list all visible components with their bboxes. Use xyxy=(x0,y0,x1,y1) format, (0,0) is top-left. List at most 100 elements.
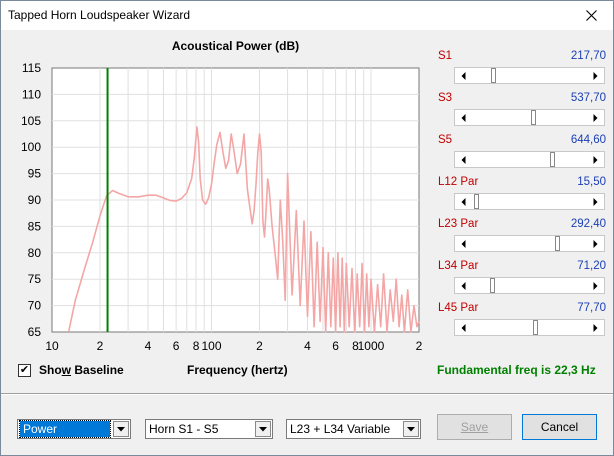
fundamental-frequency-text: Fundamental freq is 22,3 Hz xyxy=(437,363,596,377)
window-title: Tapped Horn Loudspeaker Wizard xyxy=(8,8,191,22)
close-button[interactable] xyxy=(569,1,613,30)
dropdown-button[interactable] xyxy=(113,421,129,437)
param-scrollbar[interactable] xyxy=(454,319,605,336)
frequency-axis-label: Frequency (hertz) xyxy=(187,363,288,377)
y-tick-label: 75 xyxy=(28,272,42,286)
scroll-left-button[interactable] xyxy=(455,68,472,83)
chevron-left-icon xyxy=(461,239,466,248)
scrollbar-thumb[interactable] xyxy=(555,236,560,251)
scrollbar-track[interactable] xyxy=(472,236,555,251)
x-tick-label: 1000 xyxy=(358,339,385,353)
scroll-right-button[interactable] xyxy=(587,68,604,83)
y-tick-label: 85 xyxy=(28,219,42,233)
x-tick-label: 2 xyxy=(256,339,263,353)
y-tick-label: 100 xyxy=(21,140,41,154)
scroll-left-button[interactable] xyxy=(455,152,472,167)
param-scrollbar[interactable] xyxy=(454,235,605,252)
output-type-select[interactable]: Power xyxy=(17,419,131,439)
scroll-right-button[interactable] xyxy=(587,236,604,251)
scroll-left-button[interactable] xyxy=(455,194,472,209)
x-tick-label: 2 xyxy=(416,339,423,353)
param-label: L12 Par xyxy=(438,176,479,188)
scrollbar-thumb[interactable] xyxy=(491,68,496,83)
chevron-left-icon xyxy=(461,155,466,164)
x-tick-label: 2 xyxy=(97,339,104,353)
chevron-right-icon xyxy=(593,323,598,332)
chevron-down-icon xyxy=(259,426,267,431)
scrollbar-track[interactable] xyxy=(472,68,491,83)
scrollbar-thumb[interactable] xyxy=(474,194,479,209)
dropdown-button[interactable] xyxy=(403,421,419,437)
param-scrollbar[interactable] xyxy=(454,193,605,210)
param-label: S1 xyxy=(438,50,453,62)
param-scrollbar[interactable] xyxy=(454,109,605,126)
y-tick-label: 65 xyxy=(28,325,42,339)
chevron-right-icon xyxy=(593,71,598,80)
param-value: 537,70 xyxy=(570,92,606,104)
y-tick-label: 95 xyxy=(28,167,42,181)
scroll-left-button[interactable] xyxy=(455,110,472,125)
chevron-down-icon xyxy=(407,426,415,431)
x-tick-label: 10 xyxy=(45,339,59,353)
scrollbar-thumb[interactable] xyxy=(490,278,495,293)
chevron-right-icon xyxy=(593,239,598,248)
title-bar: Tapped Horn Loudspeaker Wizard xyxy=(1,1,613,30)
dropdown-button[interactable] xyxy=(255,421,271,437)
scroll-left-button[interactable] xyxy=(455,236,472,251)
scrollbar-thumb[interactable] xyxy=(533,320,538,335)
parameter-panel: S1 217,70 S3 537,70 S5 644,60 L12 Par 15,50 L23 … xyxy=(436,30,614,355)
scrollbar-thumb[interactable] xyxy=(531,110,536,125)
scroll-right-button[interactable] xyxy=(587,194,604,209)
scroll-left-button[interactable] xyxy=(455,278,472,293)
scrollbar-track[interactable] xyxy=(472,152,550,167)
param-value: 292,40 xyxy=(570,218,606,230)
wizard-window: Tapped Horn Loudspeaker Wizard Acoustica… xyxy=(0,0,614,456)
acoustical-power-chart: Acoustical Power (dB) 115 110 105 100 95 90 85 8… xyxy=(21,39,423,353)
scrollbar-thumb[interactable] xyxy=(550,152,555,167)
param-scrollbar[interactable] xyxy=(454,67,605,84)
x-tick-label: 100 xyxy=(201,339,221,353)
chevron-left-icon xyxy=(461,71,466,80)
scroll-right-button[interactable] xyxy=(587,110,604,125)
chevron-left-icon xyxy=(461,197,466,206)
show-baseline-checkbox[interactable]: ✔ xyxy=(18,363,31,377)
show-baseline-checkbox-row[interactable]: ✔ Show Baseline xyxy=(18,363,124,377)
scroll-left-button[interactable] xyxy=(455,320,472,335)
chevron-left-icon xyxy=(461,281,466,290)
param-scrollbar[interactable] xyxy=(454,151,605,168)
x-tick-label: 6 xyxy=(173,339,180,353)
param-label: L34 Par xyxy=(438,260,479,272)
chevron-right-icon xyxy=(593,197,598,206)
variable-value: L23 + L34 Variable xyxy=(290,422,391,436)
x-tick-label: 4 xyxy=(145,339,152,353)
param-value: 71,20 xyxy=(577,260,606,272)
scroll-right-button[interactable] xyxy=(587,152,604,167)
param-value: 644,60 xyxy=(570,134,606,146)
y-tick-label: 110 xyxy=(22,87,41,101)
scroll-right-button[interactable] xyxy=(587,278,604,293)
scrollbar-track[interactable] xyxy=(472,278,490,293)
cancel-button[interactable]: Cancel xyxy=(522,414,597,440)
y-tick-label: 90 xyxy=(28,193,42,207)
y-tick-label: 70 xyxy=(28,299,42,313)
scrollbar-track[interactable] xyxy=(472,320,533,335)
param-value: 15,50 xyxy=(577,176,606,188)
x-tick-label: 8 xyxy=(193,339,200,353)
power-chart-area: Acoustical Power (dB) 115 110 105 100 95 90 85 8… xyxy=(1,30,431,380)
param-scrollbar[interactable] xyxy=(454,277,605,294)
x-tick-label: 6 xyxy=(332,339,339,353)
chevron-right-icon xyxy=(593,281,598,290)
close-icon xyxy=(585,10,597,21)
save-button-label: Save xyxy=(460,420,489,434)
param-value: 77,70 xyxy=(577,302,606,314)
scroll-right-button[interactable] xyxy=(587,320,604,335)
variable-select[interactable]: L23 + L34 Variable xyxy=(286,419,421,439)
horn-section-select[interactable]: Horn S1 - S5 xyxy=(145,419,273,439)
scrollbar-track[interactable] xyxy=(472,110,531,125)
divider xyxy=(1,393,613,395)
param-label: S5 xyxy=(438,134,453,146)
checkmark-icon: ✔ xyxy=(19,363,30,376)
chevron-right-icon xyxy=(593,113,598,122)
horn-section-value: Horn S1 - S5 xyxy=(149,422,219,436)
save-button[interactable]: Save xyxy=(437,414,512,440)
